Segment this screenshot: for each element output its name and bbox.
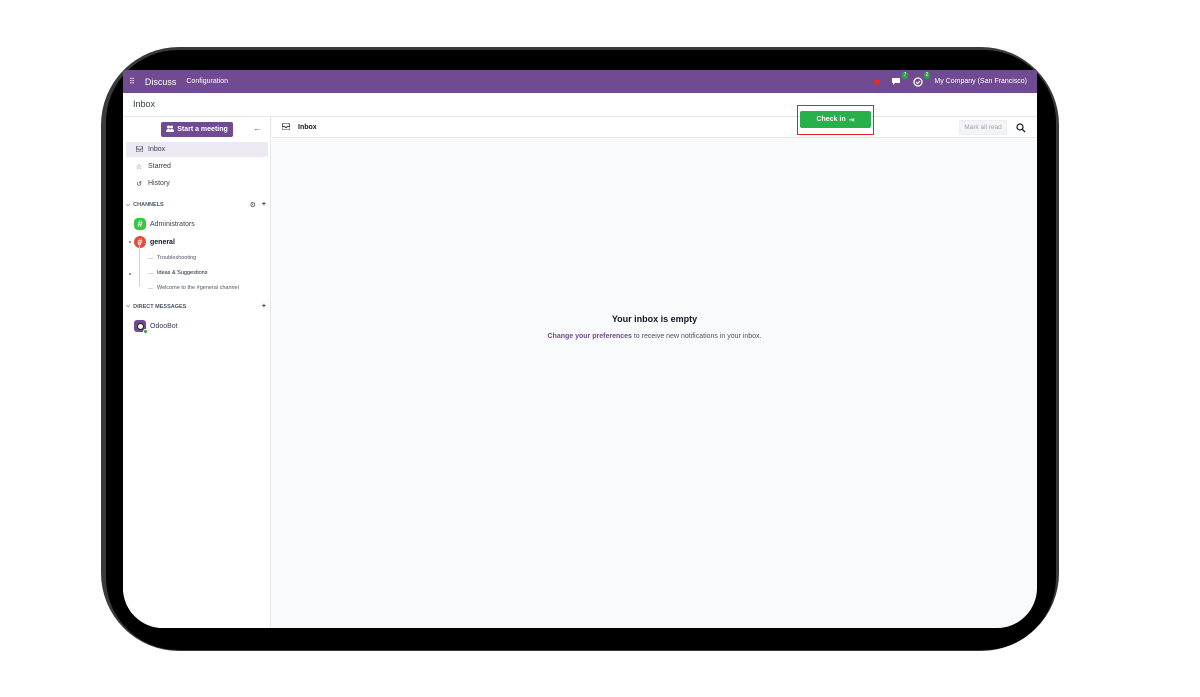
check-in-button[interactable]: Check in ⇥ xyxy=(800,111,871,128)
online-status-icon xyxy=(143,329,148,334)
app-screen: ⠿ Discuss Configuration 7 2 My Company (… xyxy=(123,70,1037,628)
channel-hash-icon: # xyxy=(134,236,146,248)
users-icon xyxy=(166,125,175,134)
change-preferences-link[interactable]: Change your preferences xyxy=(548,333,632,340)
unread-indicator xyxy=(129,241,131,243)
sidebar-item-label: Inbox xyxy=(148,146,166,153)
sign-in-icon: ⇥ xyxy=(848,116,855,124)
chevron-down-icon: ⌵ xyxy=(126,201,131,208)
app-menu-icon[interactable]: ⠿ xyxy=(129,77,135,86)
channel-label: general xyxy=(150,238,175,246)
thread-label: Ideas & Suggestions xyxy=(157,270,208,276)
activities-badge: 2 xyxy=(923,71,931,79)
company-switcher[interactable]: My Company (San Francisco) xyxy=(934,78,1027,85)
messages-badge: 7 xyxy=(901,71,909,79)
app-name[interactable]: Discuss xyxy=(145,77,177,87)
thread-ideas-suggestions[interactable]: Ideas & Suggestions xyxy=(148,270,207,276)
add-dm-icon[interactable]: + xyxy=(262,303,266,310)
channels-header-label: CHANNELS xyxy=(133,202,164,208)
thread-label: Welcome to the #general channel xyxy=(157,285,239,291)
checkin-label: Check in xyxy=(816,116,846,123)
start-meeting-button[interactable]: Start a meeting xyxy=(161,122,233,137)
thread-welcome[interactable]: Welcome to the #general channel xyxy=(148,285,239,291)
channel-general[interactable]: # general xyxy=(134,235,175,249)
sidebar-item-label: History xyxy=(148,180,170,187)
thread-header: Inbox Mark all read xyxy=(272,117,1037,138)
dm-label: OdooBot xyxy=(150,322,178,330)
add-channel-icon[interactable]: + xyxy=(262,201,266,209)
messages-icon[interactable]: 7 xyxy=(890,71,909,87)
thread-label: Troubleshooting xyxy=(157,255,197,261)
record-icon[interactable] xyxy=(874,78,881,85)
menu-configuration[interactable]: Configuration xyxy=(186,78,228,85)
sidebar-item-inbox[interactable]: Inbox xyxy=(126,142,268,157)
channel-administrators[interactable]: # Administrators xyxy=(134,217,195,231)
thread-rail xyxy=(139,243,140,287)
sidebar-item-label: Starred xyxy=(148,163,171,170)
collapse-sidebar-icon[interactable]: ← xyxy=(253,123,262,133)
thread-title: Inbox xyxy=(298,123,317,131)
inbox-icon xyxy=(281,122,291,132)
sidebar-item-starred[interactable]: ☆ Starred xyxy=(126,159,268,174)
top-navbar: ⠿ Discuss Configuration 7 2 My Company (… xyxy=(123,70,1037,93)
dm-odoobot[interactable]: OdooBot xyxy=(134,319,178,334)
unread-indicator xyxy=(129,273,131,275)
thread-troubleshooting[interactable]: Troubleshooting xyxy=(148,255,196,261)
control-panel: Inbox xyxy=(123,93,1037,117)
activities-icon[interactable]: 2 xyxy=(912,71,931,87)
inbox-icon xyxy=(135,145,143,154)
discuss-sidebar: Start a meeting ← Inbox ☆ Starred ↺ Hist… xyxy=(123,117,271,628)
breadcrumb: Inbox xyxy=(133,99,156,109)
start-meeting-label: Start a meeting xyxy=(177,126,228,133)
channels-section-header[interactable]: ⌵ CHANNELS ⚙ + xyxy=(126,201,266,209)
odoobot-avatar xyxy=(134,320,148,334)
empty-state-text: to receive new notifications in your inb… xyxy=(631,333,762,340)
empty-state-title: Your inbox is empty xyxy=(611,314,698,324)
chevron-down-icon: ⌵ xyxy=(126,303,131,309)
history-icon: ↺ xyxy=(136,180,142,188)
mark-all-read-button[interactable]: Mark all read xyxy=(959,120,1007,135)
empty-state-subtitle: Change your preferences to receive new n… xyxy=(272,333,1037,340)
dm-section-header[interactable]: ⌵ DIRECT MESSAGES + xyxy=(126,303,266,310)
channel-hash-icon: # xyxy=(134,218,146,230)
star-icon: ☆ xyxy=(135,163,143,171)
dm-header-label: DIRECT MESSAGES xyxy=(133,303,187,310)
gear-icon[interactable]: ⚙ xyxy=(250,201,256,209)
search-icon[interactable] xyxy=(1013,120,1029,135)
channel-label: Administrators xyxy=(150,220,195,228)
sidebar-item-history[interactable]: ↺ History xyxy=(126,176,268,191)
